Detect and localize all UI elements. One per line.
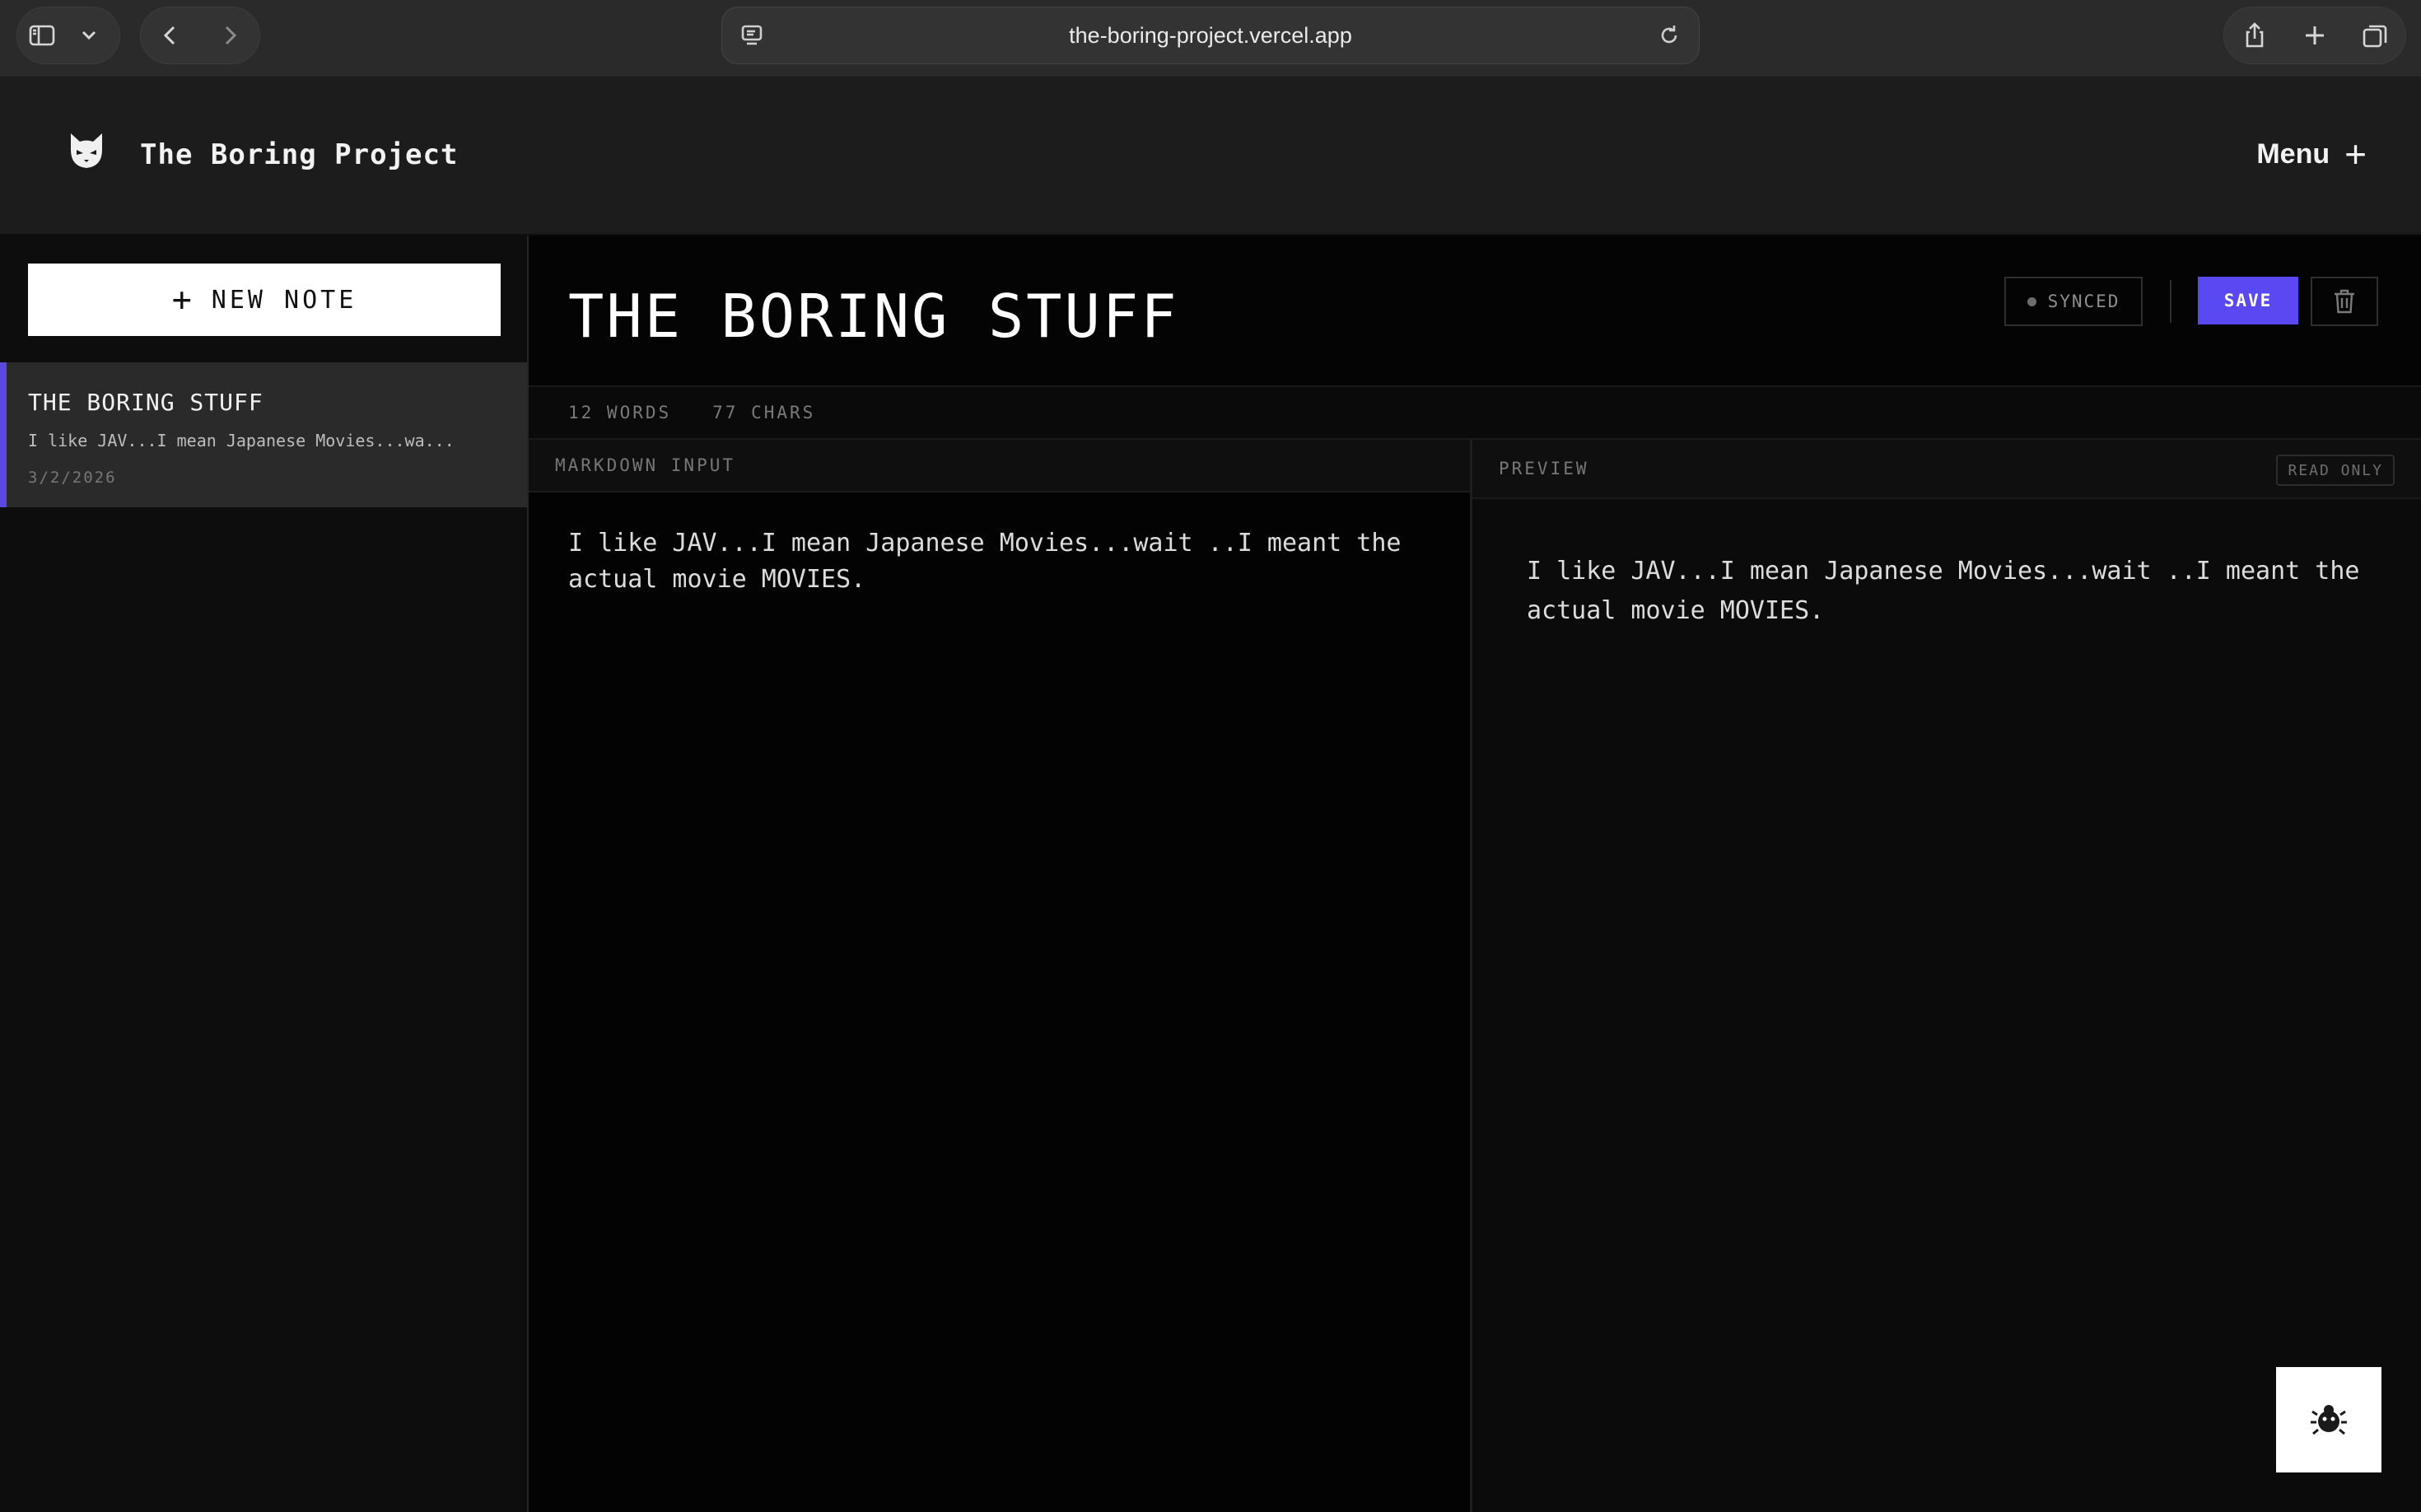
app-title[interactable]: The Boring Project [140, 138, 458, 171]
plus-icon: + [2344, 133, 2367, 175]
status-dot-icon [2027, 296, 2036, 306]
note-stats-bar: 12 WORDS 77 CHARS [529, 385, 2421, 440]
sidebar-controls [16, 7, 120, 64]
toolbar-divider [2170, 280, 2171, 323]
new-note-label: NEW NOTE [211, 285, 357, 315]
tabs-icon[interactable] [2345, 7, 2405, 64]
word-count: 12 WORDS [568, 403, 672, 422]
trash-icon [2335, 289, 2354, 314]
note-editor: THE BORING STUFF SYNCED SAVE 12 WORDS 77… [529, 236, 2421, 1512]
sync-status-label: SYNCED [2047, 292, 2120, 311]
note-item-date: 3/2/2026 [28, 469, 117, 487]
read-only-badge: READ ONLY [2276, 455, 2395, 486]
url-text[interactable]: the-boring-project.vercel.app [1069, 23, 1352, 49]
preview-pane: PREVIEW READ ONLY I like JAV...I mean Ja… [1472, 440, 2421, 1512]
delete-button[interactable] [2311, 277, 2378, 326]
reload-icon[interactable] [1656, 22, 1682, 49]
navigation-controls [140, 7, 260, 64]
chevron-down-icon[interactable] [67, 7, 111, 64]
plus-icon: + [171, 281, 195, 319]
cat-logo-icon[interactable] [66, 130, 107, 171]
floating-widget-button[interactable] [2276, 1367, 2381, 1472]
note-list-item[interactable]: THE BORING STUFF I like JAV...I mean Jap… [0, 362, 527, 507]
notes-sidebar: + NEW NOTE THE BORING STUFF I like JAV..… [0, 236, 529, 1512]
markdown-pane: MARKDOWN INPUT I like JAV...I mean Japan… [529, 440, 1472, 1512]
preview-pane-header: PREVIEW READ ONLY [1472, 440, 2421, 499]
note-item-title: THE BORING STUFF [28, 389, 264, 416]
plus-icon[interactable] [2284, 7, 2344, 64]
sidebar-icon[interactable] [17, 7, 67, 64]
app-header: The Boring Project Menu + [0, 77, 2421, 236]
markdown-pane-header: MARKDOWN INPUT [529, 440, 1470, 492]
share-icon[interactable] [2224, 7, 2284, 64]
markdown-pane-label: MARKDOWN INPUT [555, 455, 736, 475]
char-count: 77 CHARS [712, 403, 816, 422]
note-title[interactable]: THE BORING STUFF [568, 282, 1179, 351]
bug-icon [2311, 1405, 2347, 1435]
menu-button[interactable]: Menu + [2256, 135, 2367, 173]
menu-label: Menu [2256, 138, 2330, 170]
browser-actions [2223, 7, 2406, 64]
sync-status-badge: SYNCED [2004, 277, 2143, 326]
chevron-left-icon[interactable] [141, 7, 200, 64]
preview-content: I like JAV...I mean Japanese Movies...wa… [1527, 557, 2360, 625]
chevron-right-icon[interactable] [200, 7, 259, 64]
browser-toolbar: the-boring-project.vercel.app [0, 0, 2421, 77]
page-settings-icon[interactable] [739, 22, 765, 49]
note-item-preview: I like JAV...I mean Japanese Movies...wa… [28, 431, 455, 450]
address-bar[interactable]: the-boring-project.vercel.app [721, 7, 1700, 64]
save-button[interactable]: SAVE [2198, 277, 2298, 324]
markdown-input[interactable]: I like JAV...I mean Japanese Movies...wa… [568, 525, 1441, 1481]
preview-pane-label: PREVIEW [1499, 459, 1589, 478]
new-note-button[interactable]: + NEW NOTE [28, 264, 501, 336]
